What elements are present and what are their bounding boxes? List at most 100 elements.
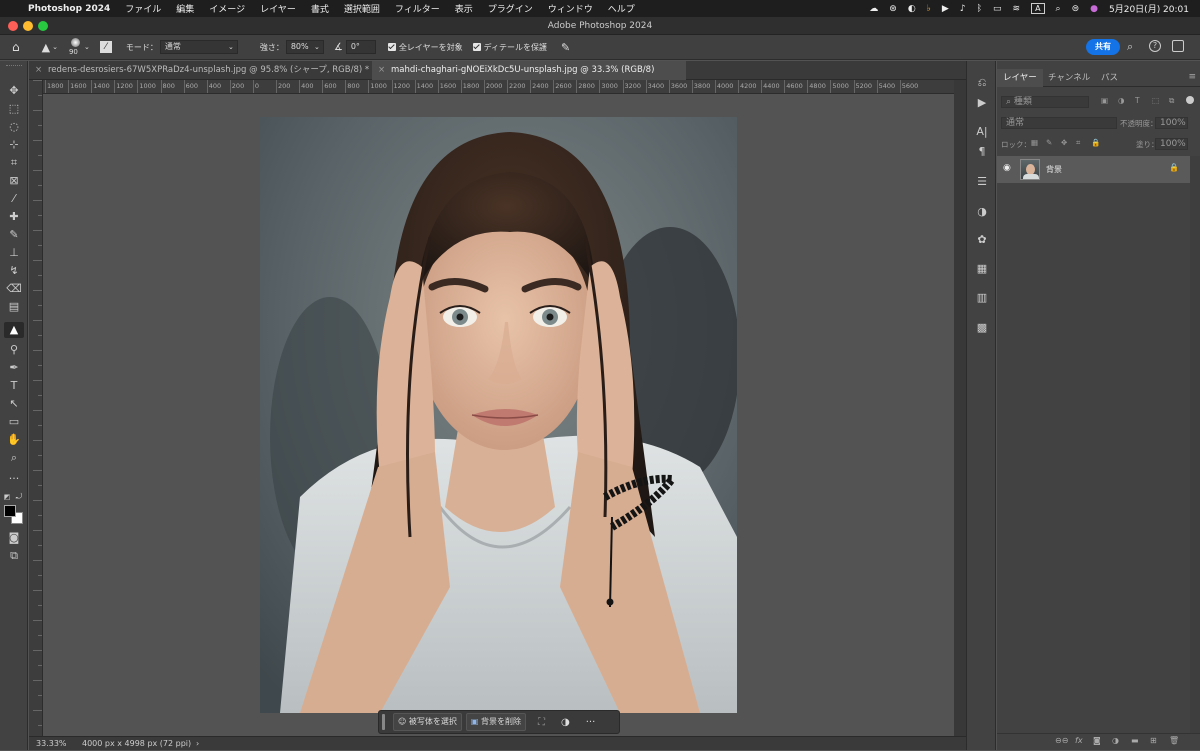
spotlight-icon[interactable]: ⌕ [1056,4,1061,14]
tab-document-1[interactable]: × redens-desrosiers-67W5XPRaDz4-unsplash… [29,61,371,80]
screen-mode-icon[interactable]: ⧉ [4,548,24,564]
eraser-tool-icon[interactable]: ⌫ [4,281,24,297]
new-adjustment-icon[interactable]: ◑ [1112,736,1119,745]
strength-input[interactable]: 80% ⌄ [285,40,324,54]
pressure-icon[interactable]: ✎ [561,41,570,54]
share-button[interactable]: 共有 [1086,39,1120,55]
panel-menu-icon[interactable]: ≡ [1188,72,1196,82]
menu-view[interactable]: 表示 [455,2,473,15]
layer-row[interactable]: ◉ 背景 🔒 [997,156,1190,183]
chevron-down-icon[interactable]: ⌄ [52,43,58,51]
new-layer-icon[interactable]: ⊞ [1150,736,1157,745]
lasso-tool-icon[interactable]: ◌ [4,119,24,135]
crop-tool-icon[interactable]: ⌗ [4,155,24,171]
bluetooth-icon[interactable]: ᛒ [977,4,982,14]
menu-plugins[interactable]: プラグイン [488,2,533,15]
delete-layer-icon[interactable]: 🗑 [1169,736,1179,745]
history-panel-icon[interactable]: ⎌ [974,75,990,91]
chevron-down-icon[interactable]: ⌄ [84,43,90,51]
lock-artboard-icon[interactable]: ⌗ [1076,138,1080,151]
menu-filter[interactable]: フィルター [395,2,440,15]
close-icon[interactable]: × [378,61,385,80]
menu-type[interactable]: 書式 [311,2,329,15]
swap-colors-icon[interactable]: ⤾ [14,489,24,505]
menu-file[interactable]: ファイル [125,2,161,15]
layer-kind-filter[interactable]: ⌕ 種類 [1001,96,1089,108]
brush-settings-icon[interactable]: ⁄ [99,41,112,53]
zoom-tool-icon[interactable]: ⌕ [4,450,24,466]
eyedropper-tool-icon[interactable]: ⁄ [4,191,24,207]
siri-icon[interactable]: ● [1090,4,1098,14]
edit-toolbar-icon[interactable]: ··· [4,471,24,487]
filter-toggle-icon[interactable] [1186,96,1194,104]
sharpen-tool-icon[interactable]: ▲ [4,322,24,338]
sample-all-layers-checkbox[interactable]: 全レイヤーを対象 [387,42,463,53]
remove-background-button[interactable]: ▣ 背景を削除 [465,713,526,731]
clone-stamp-tool-icon[interactable]: ⊥ [4,245,24,261]
dodge-tool-icon[interactable]: ⚲ [4,342,24,358]
tab-paths[interactable]: パス [1095,69,1124,87]
tab-layers[interactable]: レイヤー [997,69,1043,87]
sharpen-tool-preset-icon[interactable]: ▲ [42,41,50,54]
workspace-icon[interactable] [1172,40,1184,52]
menu-select[interactable]: 選択範囲 [344,2,380,15]
zoom-level[interactable]: 33.33% [36,737,67,751]
lock-position-icon[interactable]: ✥ [1061,138,1067,151]
adjustments-panel-icon[interactable]: ◑ [974,204,990,220]
app-menu[interactable]: Photoshop 2024 [28,4,110,14]
quick-mask-icon[interactable]: ◙ [4,530,24,546]
task-bar-grip[interactable] [382,714,385,730]
swatches-panel-icon[interactable]: ▦ [974,261,990,277]
volume-icon[interactable]: ♪ [960,4,966,14]
vertical-ruler[interactable] [29,80,43,736]
play-icon[interactable]: ▶ [942,4,949,14]
help-icon[interactable]: ? [1149,40,1161,52]
filter-smart-object-icon[interactable]: ⧉ [1169,96,1174,109]
layer-style-icon[interactable]: fx [1075,736,1083,745]
color-panel-icon[interactable]: ✿ [974,232,990,248]
eye-icon[interactable]: ◉ [1003,163,1011,173]
close-window-button[interactable] [8,21,18,31]
healing-brush-tool-icon[interactable]: ✚ [4,209,24,225]
zoom-window-button[interactable] [38,21,48,31]
input-mode-icon[interactable]: A [1031,3,1045,14]
status-menu-arrow[interactable]: › [196,737,199,751]
patterns-panel-icon[interactable]: ▩ [974,320,990,336]
menu-edit[interactable]: 編集 [176,2,194,15]
menu-clock[interactable]: 5月20日(月) 20:01 [1109,2,1189,15]
lock-image-icon[interactable]: ✎ [1046,138,1052,151]
move-tool-icon[interactable]: ✥ [4,83,24,99]
vertical-scrollbar[interactable] [954,80,966,736]
panel-scrollbar[interactable] [1190,156,1200,733]
menu-help[interactable]: ヘルプ [608,2,635,15]
new-group-icon[interactable]: ▬ [1131,736,1139,745]
fill-input[interactable]: 100% [1155,138,1188,150]
default-colors-icon[interactable]: ◩ [2,489,12,505]
horizontal-ruler[interactable]: 1800 1600 1400 1200 1000 800 600 400 200 0 200 400 6… [43,80,954,94]
tab-document-2[interactable]: × mahdi-chaghari-gNOEiXkDc5U-unsplash.jp… [372,61,686,80]
blend-mode-select[interactable]: 通常 [1001,117,1117,129]
lock-transparent-icon[interactable]: ▦ [1031,138,1038,151]
home-icon[interactable]: ⌂ [12,40,20,54]
frame-tool-icon[interactable]: ⊠ [4,173,24,189]
cloud-icon[interactable]: ☁ [869,4,878,14]
mode-select[interactable]: 通常 ⌄ [159,40,238,54]
filter-shape-icon[interactable]: ⬚ [1152,96,1159,109]
layer-name[interactable]: 背景 [1046,164,1062,175]
close-icon[interactable]: × [35,61,42,80]
control-center-icon[interactable]: ⊜ [1072,4,1080,14]
filter-type-icon[interactable]: T [1135,96,1140,109]
hand-tool-icon[interactable]: ✋ [4,432,24,448]
document-image[interactable] [260,117,737,713]
battery-icon[interactable]: ▭ [993,4,1002,14]
select-subject-button[interactable]: ☺ 被写体を選択 [393,713,462,731]
transform-icon[interactable]: ⛶ [538,717,545,728]
type-tool-icon[interactable]: T [4,378,24,394]
pen-tool-icon[interactable]: ✒ [4,360,24,376]
toolbar-grip[interactable] [6,65,22,68]
menu-image[interactable]: イメージ [209,2,245,15]
path-selection-tool-icon[interactable]: ↖ [4,396,24,412]
menu-window[interactable]: ウィンドウ [548,2,593,15]
wifi-icon[interactable]: ≋ [1013,4,1021,14]
search-icon[interactable]: ⌕ [1127,40,1133,54]
